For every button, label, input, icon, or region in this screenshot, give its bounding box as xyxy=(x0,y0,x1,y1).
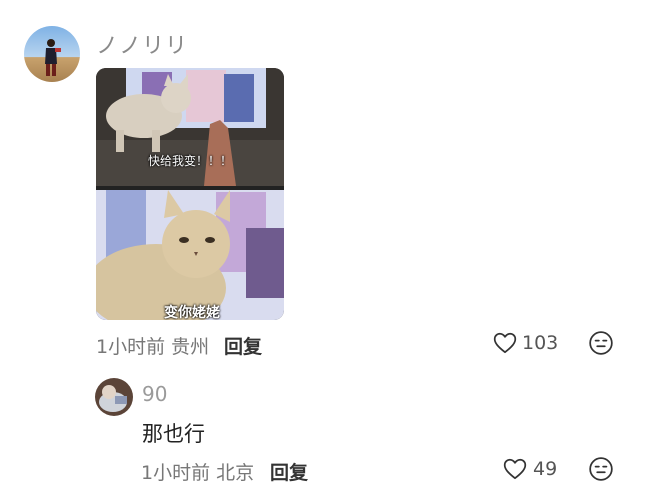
reply-username[interactable]: 90 xyxy=(142,382,167,406)
reply-meta: 1小时前 北京 xyxy=(141,462,255,484)
neutral-face-icon xyxy=(589,457,613,481)
reply-avatar[interactable] xyxy=(95,378,133,416)
cat-meme-image xyxy=(96,68,284,320)
comment-image[interactable]: 快给我变！！！ 变你姥姥 xyxy=(96,68,284,320)
reply-button[interactable]: 回复 xyxy=(224,332,262,359)
reply-text: 那也行 xyxy=(142,422,205,446)
reply-like-count: 49 xyxy=(533,458,558,480)
heart-outline-icon xyxy=(503,458,527,480)
comment-meta: 1小时前 贵州 xyxy=(96,336,210,358)
reply-emoji-reaction-button[interactable] xyxy=(588,456,614,486)
reply-like-button[interactable] xyxy=(502,456,528,486)
meme-caption-bottom: 变你姥姥 xyxy=(164,305,220,320)
emoji-reaction-button[interactable] xyxy=(588,330,614,360)
heart-outline-icon xyxy=(493,332,517,354)
comment-thread: ノノリリ 快给我变！！！ 变你姥姥 1小时前 贵州 回复 103 90 那也行 … xyxy=(0,0,647,500)
neutral-face-icon xyxy=(589,331,613,355)
reply-reply-button[interactable]: 回复 xyxy=(270,458,308,485)
like-button[interactable] xyxy=(492,330,518,360)
meme-caption-top: 快给我变！！！ xyxy=(148,154,233,168)
avatar[interactable] xyxy=(24,26,80,82)
avatar-image xyxy=(95,378,133,416)
comment-username[interactable]: ノノリリ xyxy=(96,28,188,60)
like-count: 103 xyxy=(522,332,559,354)
avatar-image xyxy=(24,26,80,82)
